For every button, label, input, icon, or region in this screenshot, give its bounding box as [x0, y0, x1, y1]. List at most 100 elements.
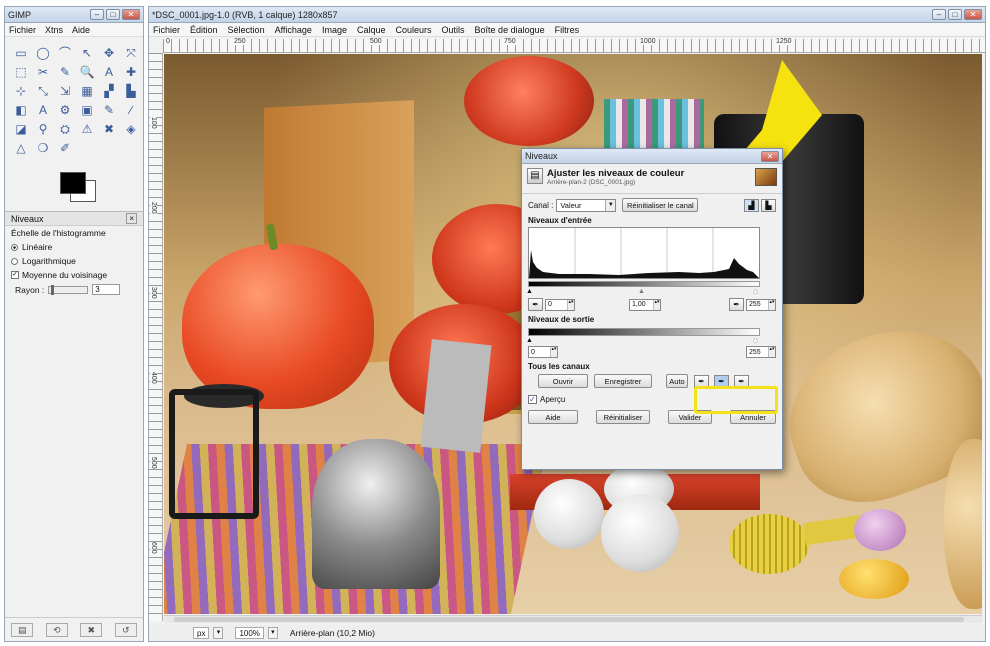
spin-arrows-icon[interactable]: ▴▾ [550, 347, 557, 357]
chevron-down-icon[interactable]: ▾ [213, 627, 224, 639]
spin-arrows-icon[interactable]: ▴▾ [768, 347, 775, 357]
close-tab-icon[interactable]: × [126, 213, 137, 224]
tool-icon[interactable]: ✎ [101, 102, 117, 118]
output-black-spin[interactable]: 0 ▴▾ [528, 346, 558, 358]
channel-select[interactable]: Valeur ▼ [556, 198, 617, 212]
linear-histogram-icon[interactable]: ▟ [744, 198, 759, 212]
tool-icon[interactable]: ▞ [101, 83, 117, 99]
tool-icon[interactable]: ⬚ [13, 64, 29, 80]
white-picker-icon[interactable]: ✒ [729, 298, 744, 311]
log-histogram-icon[interactable]: ▙ [761, 198, 776, 212]
reset-button[interactable]: Réinitialiser [596, 410, 650, 424]
tool-icon[interactable]: ◯ [35, 45, 51, 61]
tool-icon[interactable]: ✥ [101, 45, 117, 61]
menu-edition[interactable]: Édition [190, 25, 218, 35]
black-point-handle[interactable]: ▲ [526, 288, 533, 295]
input-black-spin[interactable]: 0 ▴▾ [545, 298, 575, 311]
output-white-spin[interactable]: 255 ▴▾ [746, 346, 776, 358]
spin-arrows-icon[interactable]: ▴▾ [653, 299, 660, 310]
tool-icon[interactable]: ✂ [35, 64, 51, 80]
spin-arrows-icon[interactable]: ▴▾ [768, 299, 775, 310]
reset-channel-button[interactable]: Réinitialiser le canal [622, 198, 699, 212]
tool-icon[interactable]: ❍ [35, 140, 51, 156]
maximize-button[interactable]: □ [948, 9, 962, 20]
close-button[interactable]: ✕ [964, 9, 982, 20]
menu-calque[interactable]: Calque [357, 25, 386, 35]
input-white-spin[interactable]: 255 ▴▾ [746, 298, 776, 311]
help-button[interactable]: Aide [528, 410, 578, 424]
scale-log-option[interactable]: Logarithmique [5, 254, 143, 268]
close-button[interactable]: ✕ [122, 9, 140, 20]
save-button[interactable]: Enregistrer [594, 374, 652, 388]
menu-outils[interactable]: Outils [442, 25, 465, 35]
radio-icon[interactable] [11, 257, 18, 265]
tool-icon[interactable]: ▭ [13, 45, 29, 61]
tool-icon[interactable]: ◧ [13, 102, 29, 118]
minimize-button[interactable]: – [932, 9, 946, 20]
chevron-down-icon[interactable]: ▾ [267, 627, 278, 639]
menu-boite-dialogue[interactable]: Boîte de dialogue [475, 25, 545, 35]
reset-options-icon[interactable]: ↺ [114, 622, 137, 637]
vertical-ruler[interactable] [149, 53, 163, 621]
gamma-handle[interactable]: ▲ [638, 288, 645, 295]
tool-icon[interactable]: ✎ [57, 64, 73, 80]
tool-icon[interactable]: 🔍 [79, 64, 95, 80]
tool-icon[interactable]: ▙ [123, 83, 139, 99]
delete-options-icon[interactable]: ✖ [80, 622, 103, 637]
output-sliders[interactable]: ▲ ▲ [522, 336, 782, 344]
menu-fichier[interactable]: Fichier [153, 25, 180, 35]
tool-icon[interactable]: ∕ [123, 102, 139, 118]
menu-fichier[interactable]: Fichier [9, 25, 36, 35]
close-button[interactable]: ✕ [761, 150, 779, 162]
tool-icon[interactable]: ⚠ [79, 121, 95, 137]
restore-options-icon[interactable]: ⟲ [45, 622, 68, 637]
foreground-color-swatch[interactable] [60, 172, 86, 194]
maximize-button[interactable]: □ [106, 9, 120, 20]
tool-icon[interactable]: ⤧ [123, 45, 139, 61]
tool-icon[interactable]: ✖ [101, 121, 117, 137]
tool-icon[interactable]: ⚙ [57, 102, 73, 118]
open-button[interactable]: Ouvrir [538, 374, 588, 388]
menu-selection[interactable]: Sélection [228, 25, 265, 35]
input-gamma-spin[interactable]: 1,00 ▴▾ [629, 298, 661, 311]
tool-icon[interactable]: ✚ [123, 64, 139, 80]
tool-icon[interactable]: △ [13, 140, 29, 156]
tool-options-tab[interactable]: Niveaux × [5, 212, 143, 226]
tool-icon[interactable]: ⤡ [35, 83, 51, 99]
tool-icon[interactable]: ◈ [123, 121, 139, 137]
checkbox-icon[interactable]: ✓ [11, 271, 19, 279]
scale-linear-option[interactable]: Linéaire [5, 240, 143, 254]
horizontal-scrollbar[interactable] [164, 615, 982, 623]
output-black-handle[interactable]: ▲ [526, 337, 533, 344]
menu-image[interactable]: Image [322, 25, 347, 35]
menu-affichage[interactable]: Affichage [275, 25, 312, 35]
tool-icon[interactable]: ▣ [79, 102, 95, 118]
tool-icon[interactable]: A [101, 64, 117, 80]
radius-slider[interactable] [48, 284, 89, 295]
tool-icon[interactable]: ✐ [57, 140, 73, 156]
save-options-icon[interactable]: ▤ [11, 622, 34, 637]
tool-icon[interactable]: ▦ [79, 83, 95, 99]
menu-aide[interactable]: Aide [72, 25, 90, 35]
tool-icon[interactable]: A [35, 102, 51, 118]
menu-xtns[interactable]: Xtns [45, 25, 63, 35]
auto-button[interactable]: Auto [666, 374, 688, 388]
menu-couleurs[interactable]: Couleurs [396, 25, 432, 35]
radius-input[interactable]: 3 [92, 284, 121, 295]
tool-icon[interactable]: ◪ [13, 121, 29, 137]
tool-icon[interactable]: ⌒ [57, 45, 73, 61]
menu-filtres[interactable]: Filtres [555, 25, 580, 35]
tool-icon[interactable]: ⇲ [57, 83, 73, 99]
output-white-handle[interactable]: ▲ [752, 337, 759, 344]
white-point-handle[interactable]: ▲ [752, 288, 759, 295]
average-option[interactable]: ✓ Moyenne du voisinage [5, 268, 143, 282]
black-picker-icon[interactable]: ✒ [528, 298, 543, 311]
tool-icon[interactable]: ⚲ [35, 121, 51, 137]
unit-select[interactable]: px [193, 627, 210, 639]
input-sliders[interactable]: ▲ ▲ ▲ [522, 287, 782, 295]
tool-icon[interactable]: ↖ [79, 45, 95, 61]
zoom-select[interactable]: 100% [235, 627, 264, 639]
minimize-button[interactable]: – [90, 9, 104, 20]
preview-checkbox-icon[interactable]: ✓ [528, 395, 537, 404]
tool-icon[interactable]: ⊹ [13, 83, 29, 99]
